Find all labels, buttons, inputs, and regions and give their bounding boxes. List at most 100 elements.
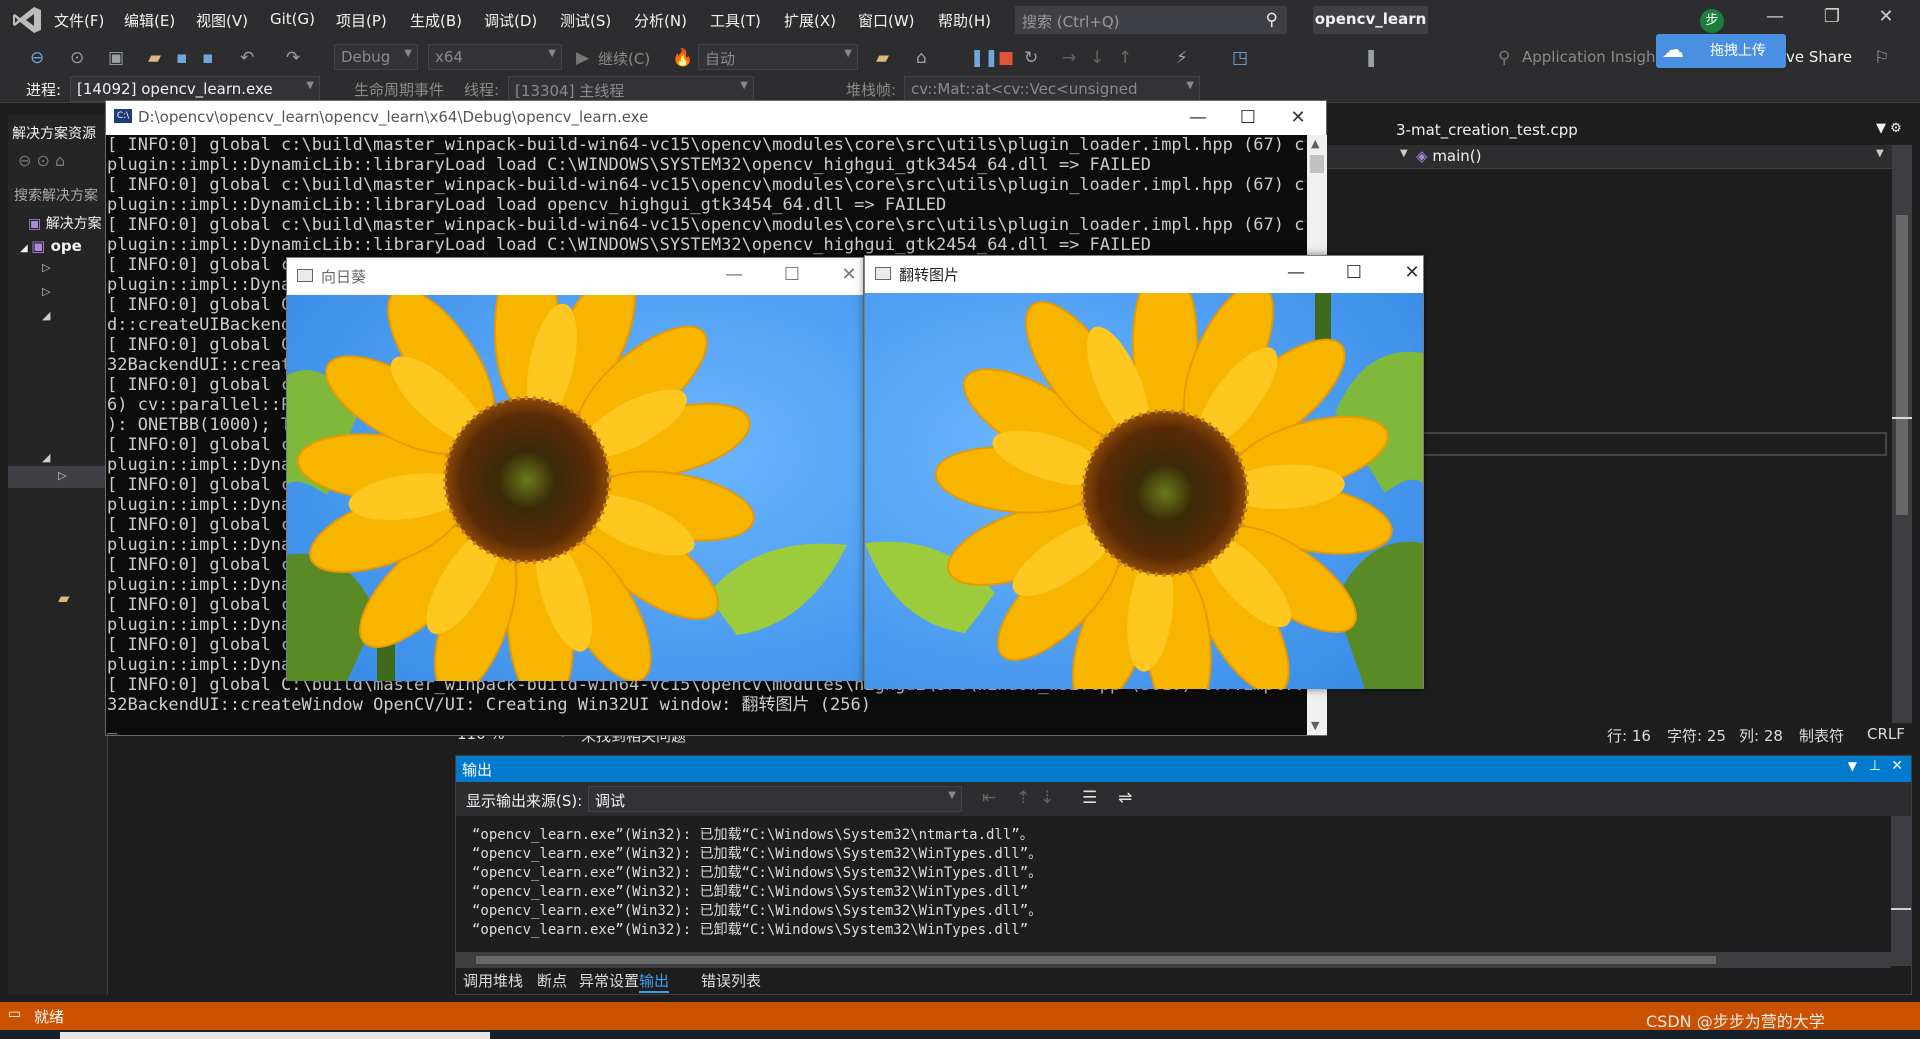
hot-reload-icon[interactable]: 🔥 [672,48,693,68]
menu-item[interactable]: Git(G) [270,10,315,28]
prev-message-icon[interactable]: ⇡ [1016,788,1030,808]
bottom-tab[interactable]: 错误列表 [701,970,761,991]
upload-widget[interactable]: ☁ 拖拽上传 [1656,34,1786,68]
external-deps-expand-icon[interactable]: ▷ [42,285,50,298]
flipped-titlebar[interactable]: 翻转图片 — ☐ ✕ [865,256,1423,292]
close-icon[interactable]: ✕ [1866,6,1906,27]
console-maximize-icon[interactable]: ☐ [1228,107,1268,128]
solution-name-badge[interactable]: opencv_learn [1313,6,1428,34]
function-dropdown[interactable]: ◈ main() [1416,147,1482,165]
tab-overflow-icon[interactable]: ▼ ⚙ [1876,121,1902,136]
output-vertical-scrollbar[interactable] [1891,816,1911,966]
play-icon[interactable]: ▶ [576,48,589,68]
sunflower-window[interactable]: 向日葵 — ☐ ✕ [286,257,864,681]
output-text[interactable]: “opencv_learn.exe”(Win32): 已加载“C:\Window… [456,816,1911,964]
bottom-tab[interactable]: 调用堆栈 [463,970,523,991]
output-hscroll-thumb[interactable] [476,956,1716,964]
bookmark-icon[interactable]: ❚ [1364,48,1378,68]
sunflower-titlebar[interactable]: 向日葵 — ☐ ✕ [287,258,863,294]
pin-icon[interactable]: ⊥ [1869,758,1881,774]
forward-icon[interactable]: ⊙ [70,48,84,68]
references-expand-icon[interactable]: ▷ [42,261,50,274]
output-horizontal-scrollbar[interactable] [456,952,1891,968]
menu-item[interactable]: 分析(N) [634,10,687,31]
menu-item[interactable]: 生成(B) [410,10,462,31]
menu-item[interactable]: 帮助(H) [938,10,991,31]
open-folder-icon[interactable]: ▰ [148,48,161,68]
solution-root-item[interactable]: ▣ 解决方案 [28,213,102,233]
sunflower-maximize-icon[interactable]: ☐ [772,264,812,285]
pause-icon[interactable]: ❚❚ [970,48,999,68]
eol-mode[interactable]: CRLF [1867,725,1905,743]
menu-item[interactable]: 文件(F) [54,10,104,31]
thread-dropdown[interactable]: [13304] 主线程 ▼ [508,76,754,102]
config-dropdown[interactable]: Debug ▼ [334,44,418,70]
continue-button[interactable]: 继续(C) [598,48,650,69]
menu-item[interactable]: 测试(S) [560,10,611,31]
find-message-icon[interactable]: ⇤ [982,788,996,808]
save-icon[interactable]: ▪ [176,48,188,68]
console-scroll-thumb[interactable] [1310,155,1324,173]
auto-dropdown[interactable]: 自动 ▼ [698,44,858,70]
console-minimize-icon[interactable]: — [1178,107,1218,128]
header-files-expand-icon[interactable]: ◢ [42,309,50,322]
bottom-tab[interactable]: 断点 [537,970,567,991]
menu-item[interactable]: 工具(T) [710,10,761,31]
stop-icon[interactable]: ■ [998,48,1014,68]
redo-icon[interactable]: ↷ [286,48,300,68]
scope-dropdown-icon[interactable]: ▼ [1400,148,1408,159]
restore-icon[interactable]: ❐ [1812,6,1852,27]
restart-icon[interactable]: ↻ [1024,48,1038,68]
resource-folder-icon[interactable]: ▰ [58,589,70,607]
save-all-icon[interactable]: ▪ [202,48,214,68]
bottom-tab[interactable]: 异常设置 [579,970,639,991]
menu-item[interactable]: 扩展(X) [784,10,836,31]
flipped-close-icon[interactable]: ✕ [1392,262,1432,283]
console-scroll-down-icon[interactable]: ▼ [1311,719,1319,732]
bottom-tab[interactable]: 输出 [639,970,670,993]
user-avatar[interactable]: 步 [1700,9,1724,33]
visual-studio-logo-icon[interactable] [12,6,42,34]
editor-tab[interactable]: 3-mat_creation_test.cpp [1396,121,1578,139]
clear-all-icon[interactable]: ☰ [1082,788,1097,808]
file-expand-icon[interactable]: ▷ [58,469,66,482]
step-over-icon[interactable]: → [1062,48,1076,68]
find-in-files-icon[interactable]: ▰ [876,48,889,68]
project-item[interactable]: ◢ ▣ ope [20,237,82,255]
new-item-icon[interactable]: ▣ [108,48,124,68]
insights-icon[interactable]: ⚲ [1498,48,1510,68]
menu-item[interactable]: 编辑(E) [124,10,175,31]
editor-vertical-scrollbar[interactable] [1892,145,1912,725]
console-scroll-up-icon[interactable]: ▲ [1311,137,1319,150]
word-wrap-icon[interactable]: ⇌ [1118,788,1132,808]
flipped-minimize-icon[interactable]: — [1276,262,1316,283]
process-dropdown[interactable]: [14092] opencv_learn.exe ▼ [70,76,320,102]
lifecycle-events-button[interactable]: 生命周期事件 [354,79,444,100]
source-files-expand-icon[interactable]: ◢ [42,451,50,464]
solution-back-icon[interactable]: ⊖ ⊙ ⌂ [18,151,65,170]
solution-search-input[interactable]: 搜索解决方案 [14,185,98,205]
step-into-icon[interactable]: ↓ [1090,48,1104,68]
flipped-image-window[interactable]: 翻转图片 — ☐ ✕ [864,255,1424,689]
breakpoints-icon[interactable]: ⚡ [1176,48,1188,68]
editor-scroll-thumb[interactable] [1896,215,1908,515]
menu-item[interactable]: 视图(V) [196,10,248,31]
console-titlebar[interactable]: C:\ D:\opencv\opencv_learn\opencv_learn\… [106,101,1326,135]
undo-icon[interactable]: ↶ [240,48,254,68]
stack-frame-dropdown[interactable]: cv::Mat::at<cv::Vec<unsigned char,3>▼ [904,76,1200,116]
menu-item[interactable]: 调试(D) [484,10,537,31]
console-close-icon[interactable]: ✕ [1278,107,1318,128]
flipped-maximize-icon[interactable]: ☐ [1334,262,1374,283]
member-dropdown-icon[interactable]: ▼ [1876,148,1884,159]
back-icon[interactable]: ⊖ [30,48,44,68]
snapshot-icon[interactable]: ⌂ [916,48,927,68]
search-input[interactable]: 搜索 (Ctrl+Q) ⚲ [1015,6,1287,34]
output-close-icon[interactable]: ✕ [1891,758,1903,774]
output-dropdown-icon[interactable]: ▼ [1848,759,1857,773]
feedback-icon[interactable]: ⚐ [1874,48,1889,68]
taskbar-search-box[interactable] [60,1032,490,1039]
step-out-icon[interactable]: ↑ [1118,48,1132,68]
output-source-dropdown[interactable]: 调试 ▼ [588,786,962,812]
sunflower-close-icon[interactable]: ✕ [829,264,869,285]
live-share-button[interactable]: ve Share [1786,48,1852,66]
